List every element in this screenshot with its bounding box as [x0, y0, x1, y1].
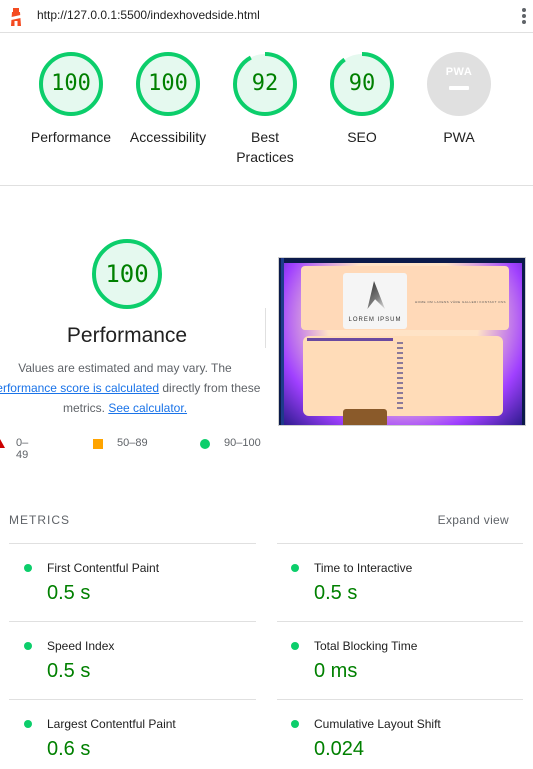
metric-title: Cumulative Layout Shift	[314, 717, 441, 731]
pass-circle-icon	[291, 564, 299, 572]
gauge-score: 92	[251, 71, 279, 96]
pwa-badge-text: PWA	[445, 66, 473, 78]
score-ring: 90	[329, 51, 395, 117]
thumb-list	[397, 342, 403, 412]
desc-text: metrics.	[62, 401, 105, 415]
metric-value: 0 ms	[314, 660, 358, 682]
divider	[9, 621, 256, 622]
gauge-score: 100	[51, 71, 91, 96]
pwa-dash	[449, 86, 469, 90]
gauge-label: PWA	[443, 129, 475, 145]
metric-speed-index: Speed Index 0.5 s	[9, 623, 249, 693]
gauge-pwa[interactable]: PWA PWA	[404, 51, 514, 147]
metric-first-contentful-paint: First Contentful Paint 0.5 s	[9, 545, 249, 615]
score-ring: 100	[135, 51, 201, 117]
gauge-label: SEO	[347, 129, 377, 145]
gauge-label: Best Practices	[236, 129, 294, 165]
divider	[277, 699, 523, 700]
see-calculator-link[interactable]: See calculator.	[108, 401, 187, 415]
pwa-badge-icon: PWA	[427, 52, 491, 116]
page-url[interactable]: http://127.0.0.1:5500/indexhovedside.htm…	[37, 8, 260, 22]
metric-cumulative-layout-shift: Cumulative Layout Shift 0.024	[276, 701, 516, 769]
divider	[277, 621, 523, 622]
pass-circle-icon	[24, 642, 32, 650]
score-ring: 100	[38, 51, 104, 117]
gauge-score: 90	[348, 71, 376, 96]
performance-gauge: 100	[91, 238, 163, 310]
metric-title: First Contentful Paint	[47, 561, 160, 575]
pass-circle-icon	[24, 564, 32, 572]
metric-time-to-interactive: Time to Interactive 0.5 s	[276, 545, 516, 615]
gauge-best-practices[interactable]: 92 Best Practices	[210, 51, 320, 167]
thumb-logo-icon	[367, 281, 385, 309]
pass-circle-icon	[24, 720, 32, 728]
gauge-score: 100	[148, 71, 188, 96]
metric-title: Time to Interactive	[314, 561, 413, 575]
divider	[9, 543, 256, 544]
gauge-seo[interactable]: 90 SEO	[307, 51, 417, 147]
expand-view-toggle[interactable]: Expand view	[438, 513, 509, 527]
divider	[265, 308, 266, 348]
legend-label: 50–89	[117, 437, 148, 449]
desc-text: Values are estimated and may vary. The	[18, 361, 232, 375]
divider	[277, 543, 523, 544]
more-options-icon[interactable]	[522, 8, 526, 24]
pass-circle-icon	[291, 720, 299, 728]
address-bar: http://127.0.0.1:5500/indexhovedside.htm…	[0, 0, 533, 33]
metric-title: Speed Index	[47, 639, 115, 653]
fail-triangle-icon	[0, 439, 5, 448]
metric-largest-contentful-paint: Largest Contentful Paint 0.6 s	[9, 701, 249, 769]
pass-circle-icon	[291, 642, 299, 650]
desc-text: directly from these	[162, 381, 261, 395]
gauge-label: Accessibility	[129, 129, 207, 145]
gauge-performance[interactable]: 100 Performance	[16, 51, 126, 147]
metric-title: Largest Contentful Paint	[47, 717, 176, 731]
performance-description: Values are estimated and may vary. The p…	[0, 358, 280, 418]
score-calculated-link[interactable]: performance score is calculated	[0, 381, 159, 395]
thumb-heading	[307, 338, 393, 341]
thumb-image	[343, 409, 387, 425]
thumb-body	[303, 336, 503, 416]
legend-label: 90–100	[224, 437, 261, 449]
legend-label: 0–49	[16, 437, 29, 461]
page-screenshot-thumbnail[interactable]: LOREM IPSUM HOME OM LAVENS VÅRE GALLERI …	[278, 257, 526, 426]
thumb-nav: HOME OM LAVENS VÅRE GALLERI KONTAKT OSS	[415, 300, 507, 304]
gauge-accessibility[interactable]: 100 Accessibility	[113, 51, 223, 147]
metric-value: 0.6 s	[47, 738, 91, 760]
thumb-logo: LOREM IPSUM	[343, 273, 407, 329]
thumb-logo-text: LOREM IPSUM	[348, 317, 402, 323]
metric-total-blocking-time: Total Blocking Time 0 ms	[276, 623, 516, 693]
metric-value: 0.5 s	[47, 582, 91, 604]
metric-value: 0.024	[314, 738, 365, 760]
lighthouse-icon	[11, 8, 21, 26]
thumb-header: LOREM IPSUM HOME OM LAVENS VÅRE GALLERI …	[301, 266, 509, 330]
metric-value: 0.5 s	[47, 660, 91, 682]
divider	[9, 699, 256, 700]
performance-title: Performance	[66, 324, 188, 347]
metric-title: Total Blocking Time	[314, 639, 418, 653]
gauge-label: Performance	[30, 129, 112, 145]
performance-score: 100	[105, 260, 149, 288]
average-square-icon	[93, 439, 103, 449]
score-gauges: 100 Performance 100 Accessibility 92 Bes…	[0, 33, 533, 186]
metric-value: 0.5 s	[314, 582, 358, 604]
metrics-header: METRICS	[9, 513, 70, 527]
score-ring: 92	[232, 51, 298, 117]
pass-circle-icon	[200, 439, 210, 449]
